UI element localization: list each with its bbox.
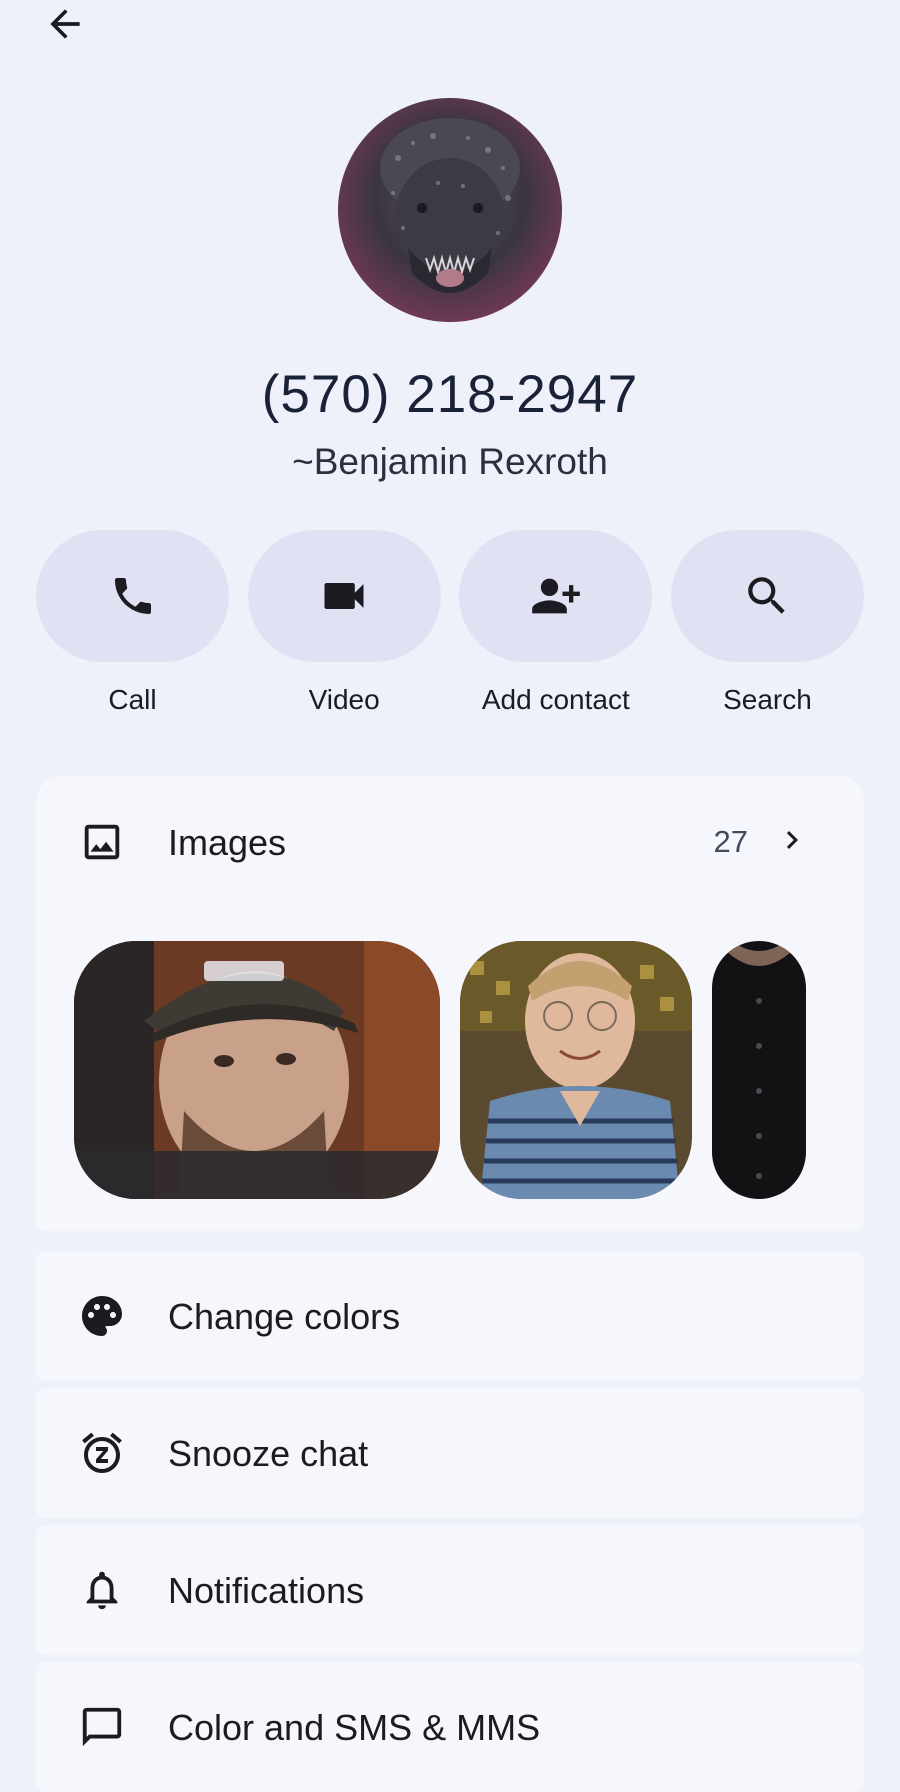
profile-photo <box>338 98 562 322</box>
back-button[interactable] <box>36 0 94 48</box>
person-add-icon <box>531 578 580 614</box>
snooze-chat-label: Snooze chat <box>168 1433 369 1474</box>
bell-icon <box>78 1566 126 1614</box>
snooze-chat-row[interactable]: Snooze chat <box>36 1388 864 1518</box>
image-thumbnail[interactable] <box>74 941 440 1199</box>
image-thumbnail[interactable] <box>712 941 806 1199</box>
sms-mms-row[interactable]: Color and SMS & MMS <box>36 1662 864 1792</box>
sms-icon <box>78 1703 126 1751</box>
snooze-alarm-icon <box>78 1429 126 1477</box>
avatar[interactable] <box>338 98 562 322</box>
image-thumbnail[interactable] <box>460 941 692 1199</box>
add-contact-button[interactable]: Add contact <box>459 530 653 716</box>
notifications-row[interactable]: Notifications <box>36 1525 864 1655</box>
images-card: Images 27 <box>36 776 864 1231</box>
add-contact-pill[interactable] <box>459 530 653 662</box>
sms-mms-label: Color and SMS & MMS <box>168 1707 541 1748</box>
call-pill[interactable] <box>36 530 229 662</box>
video-button[interactable]: Video <box>247 530 441 716</box>
image-thumbnails <box>74 941 844 1199</box>
arrow-back-icon <box>50 9 80 39</box>
contact-display-name: ~Benjamin Rexroth <box>292 441 608 482</box>
images-header[interactable]: Images 27 <box>36 776 864 908</box>
videocam-icon <box>324 583 364 609</box>
search-icon <box>748 577 786 614</box>
search-label: Search <box>723 684 812 715</box>
phone-icon <box>114 578 151 614</box>
image-icon <box>78 818 126 866</box>
images-count: 27 <box>713 824 748 859</box>
action-bar: Call Video Add contact Search <box>36 530 864 716</box>
change-colors-label: Change colors <box>168 1296 401 1337</box>
search-button[interactable]: Search <box>670 530 864 716</box>
change-colors-row[interactable]: Change colors <box>36 1251 864 1381</box>
images-label: Images <box>168 822 287 863</box>
add-contact-label: Add contact <box>481 684 630 715</box>
palette-icon <box>78 1292 126 1340</box>
video-pill[interactable] <box>247 530 441 662</box>
call-label: Call <box>108 684 157 715</box>
search-pill[interactable] <box>670 530 864 662</box>
notifications-label: Notifications <box>168 1570 365 1611</box>
call-button[interactable]: Call <box>36 530 229 716</box>
chevron-right-icon <box>772 820 812 860</box>
video-label: Video <box>308 684 380 715</box>
contact-phone-number: (570) 218-2947 <box>261 365 639 424</box>
